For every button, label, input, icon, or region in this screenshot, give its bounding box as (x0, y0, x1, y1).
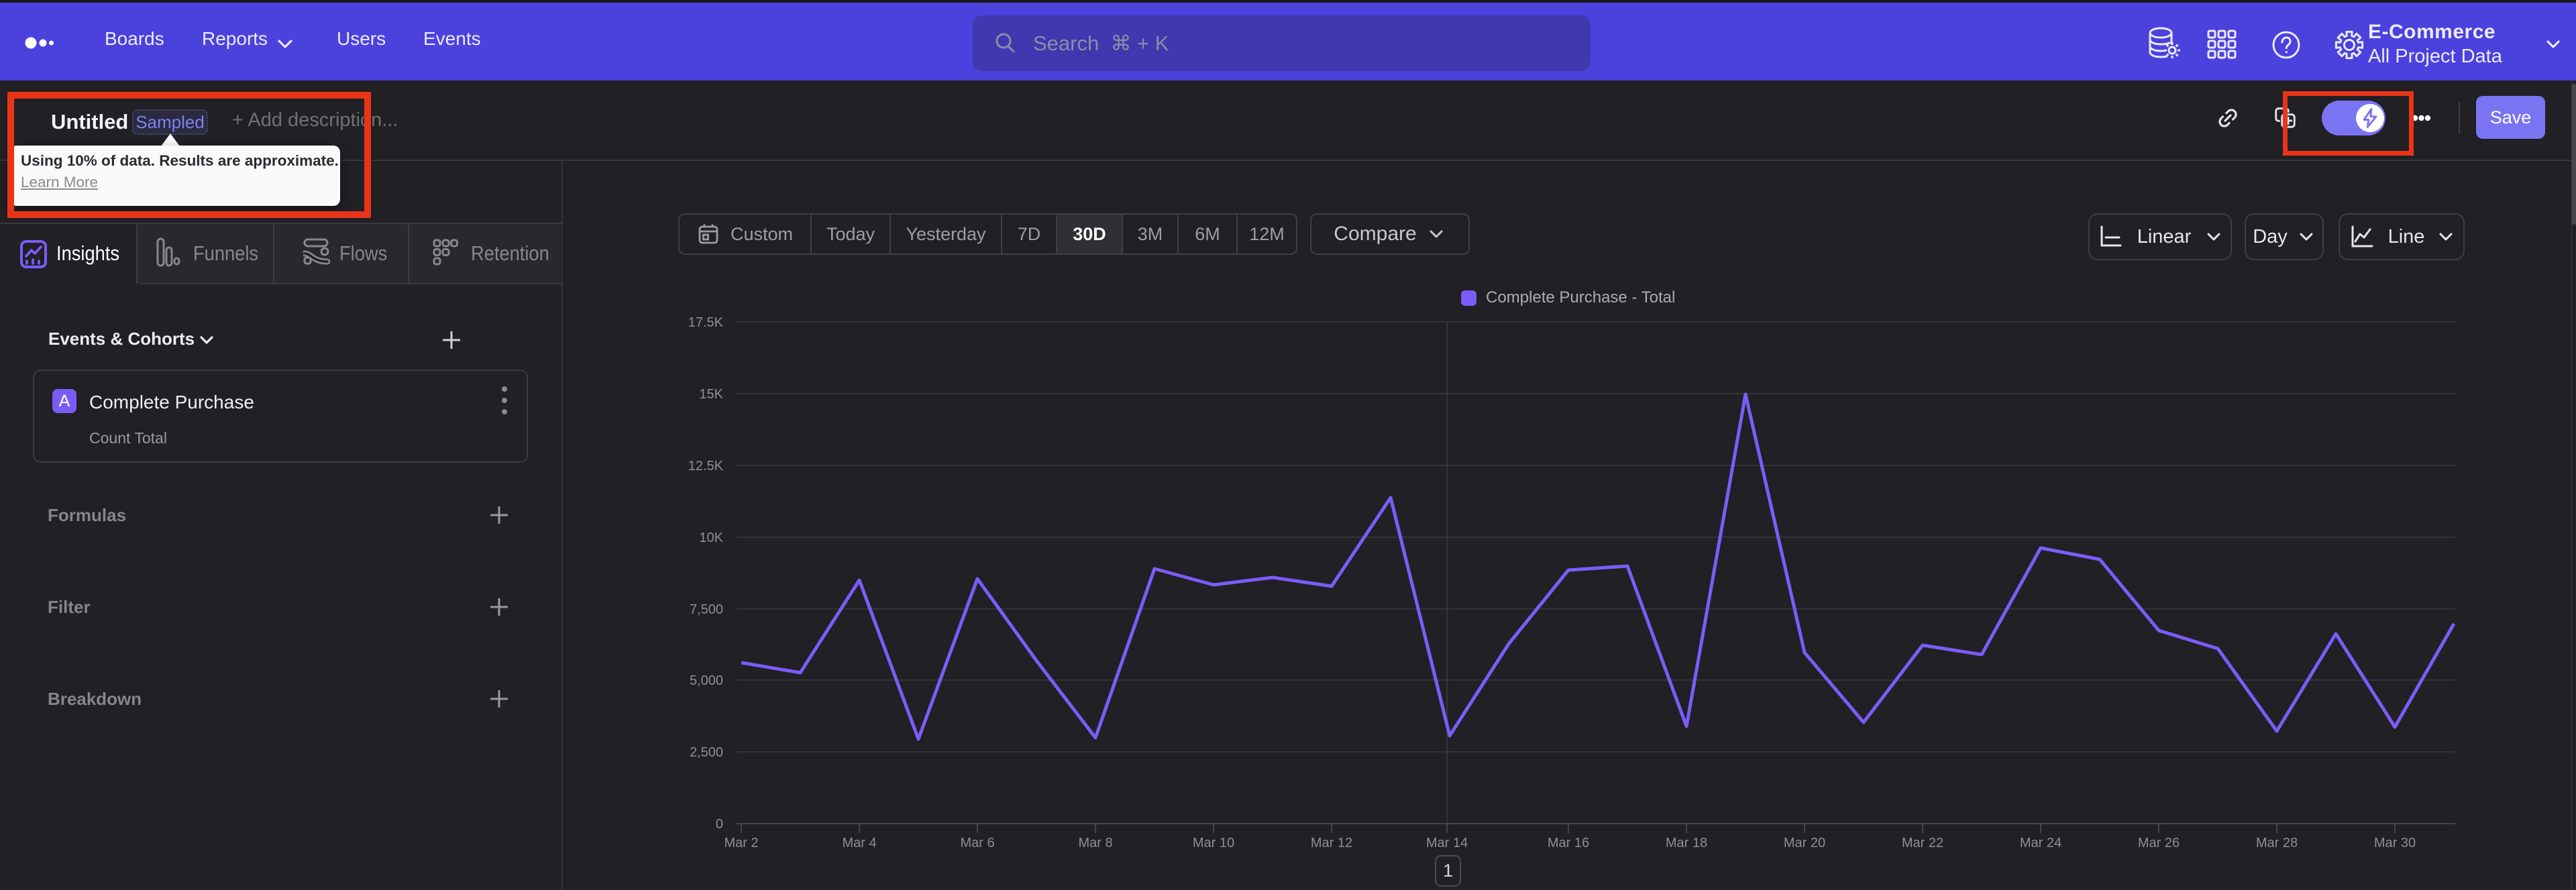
svg-text:Mar 20: Mar 20 (1784, 836, 1825, 850)
svg-text:10K: 10K (699, 531, 723, 545)
svg-text:Mar 2: Mar 2 (724, 836, 758, 850)
svg-text:Mar 26: Mar 26 (2138, 836, 2180, 850)
svg-text:Mar 6: Mar 6 (960, 836, 994, 850)
svg-text:5,000: 5,000 (690, 673, 723, 688)
svg-text:Mar 30: Mar 30 (2374, 836, 2416, 850)
svg-text:0: 0 (716, 817, 723, 832)
svg-text:Mar 14: Mar 14 (1426, 836, 1468, 850)
svg-text:Mar 18: Mar 18 (1666, 836, 1707, 850)
svg-text:Mar 24: Mar 24 (2020, 836, 2061, 850)
svg-text:Mar 12: Mar 12 (1311, 836, 1352, 850)
svg-text:Mar 4: Mar 4 (842, 836, 876, 850)
svg-text:Mar 22: Mar 22 (1902, 836, 1943, 850)
svg-text:15K: 15K (699, 387, 723, 402)
svg-text:Mar 10: Mar 10 (1193, 836, 1234, 850)
svg-text:Mar 28: Mar 28 (2256, 836, 2298, 850)
svg-text:Mar 8: Mar 8 (1078, 836, 1112, 850)
svg-text:Mar 16: Mar 16 (1548, 836, 1589, 850)
svg-text:7,500: 7,500 (690, 602, 723, 617)
svg-text:2,500: 2,500 (690, 745, 723, 760)
svg-text:17.5K: 17.5K (688, 315, 724, 330)
svg-text:12.5K: 12.5K (688, 459, 724, 474)
